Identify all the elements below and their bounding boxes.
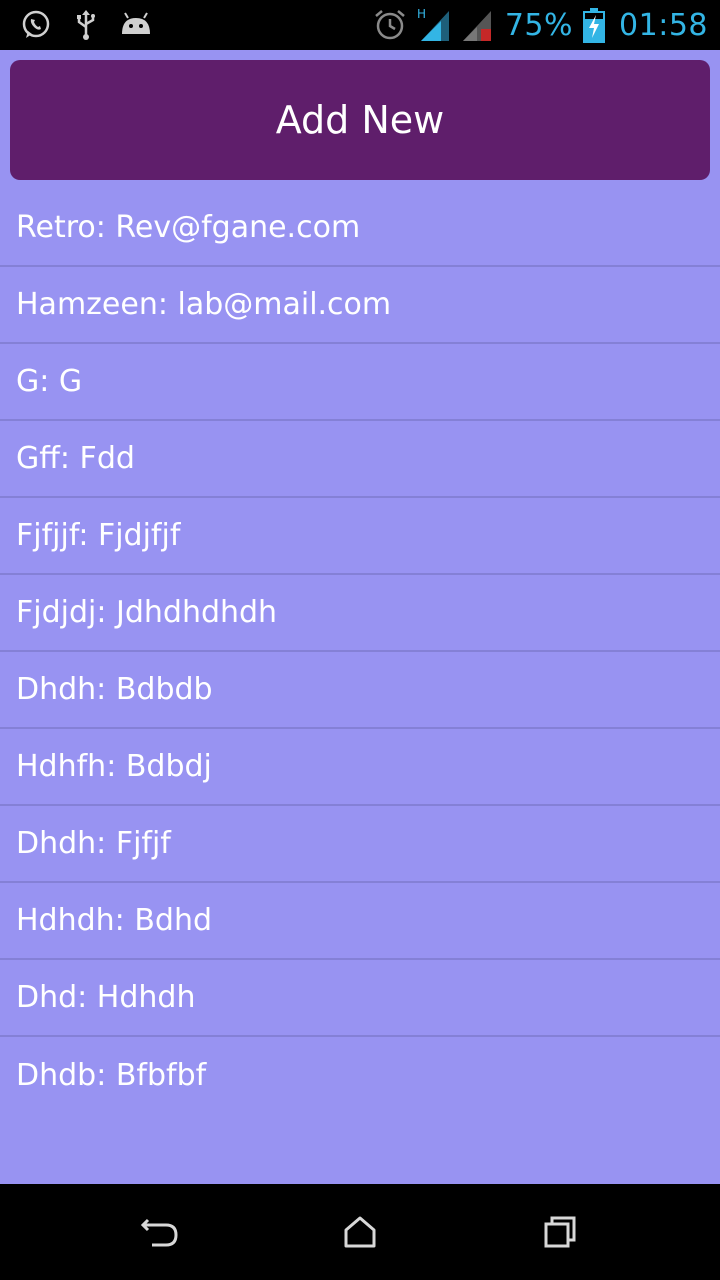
signal-h-icon: H <box>417 7 451 43</box>
contact-list-item[interactable]: Dhdh: Fjfjf <box>0 806 720 883</box>
battery-percentage: 75% <box>504 7 574 43</box>
network-type-label: H <box>417 7 426 21</box>
contact-list-item[interactable]: G: G <box>0 344 720 421</box>
whatsapp-icon <box>20 9 52 41</box>
contact-list-item[interactable]: Retro: Rev@fgane.com <box>0 190 720 267</box>
status-bar-notifications <box>20 8 152 42</box>
contact-list-item[interactable]: Dhdb: Bfbfbf <box>0 1037 720 1114</box>
add-new-button[interactable]: Add New <box>10 60 710 180</box>
status-bar: H 75% 01:58 <box>0 0 720 50</box>
signal-roaming-icon <box>461 7 495 43</box>
home-icon <box>344 1216 376 1248</box>
contact-list-item[interactable]: Dhdh: Bdbdb <box>0 652 720 729</box>
alarm-icon <box>373 8 407 42</box>
contact-list-item[interactable]: Hdhfh: Bdbdj <box>0 729 720 806</box>
contact-list: Retro: Rev@fgane.com Hamzeen: lab@mail.c… <box>0 190 720 1114</box>
navigation-bar <box>0 1184 720 1280</box>
home-button[interactable] <box>330 1202 390 1262</box>
contact-list-item[interactable]: Hamzeen: lab@mail.com <box>0 267 720 344</box>
back-icon <box>140 1218 178 1247</box>
contact-list-item[interactable]: Gff: Fdd <box>0 421 720 498</box>
usb-icon <box>74 9 98 41</box>
contact-list-item[interactable]: Fjdjdj: Jdhdhdhdh <box>0 575 720 652</box>
contact-list-item[interactable]: Hdhdh: Bdhd <box>0 883 720 960</box>
back-button[interactable] <box>130 1202 190 1262</box>
android-debug-icon <box>120 12 152 38</box>
contact-list-item[interactable]: Fjfjjf: Fjdjfjf <box>0 498 720 575</box>
recent-apps-button[interactable] <box>530 1202 590 1262</box>
recent-apps-icon <box>544 1216 576 1248</box>
status-bar-system: H 75% 01:58 <box>373 4 708 46</box>
clock: 01:58 <box>619 7 708 43</box>
contact-list-item[interactable]: Dhd: Hdhdh <box>0 960 720 1037</box>
battery-charging-icon <box>583 7 606 43</box>
